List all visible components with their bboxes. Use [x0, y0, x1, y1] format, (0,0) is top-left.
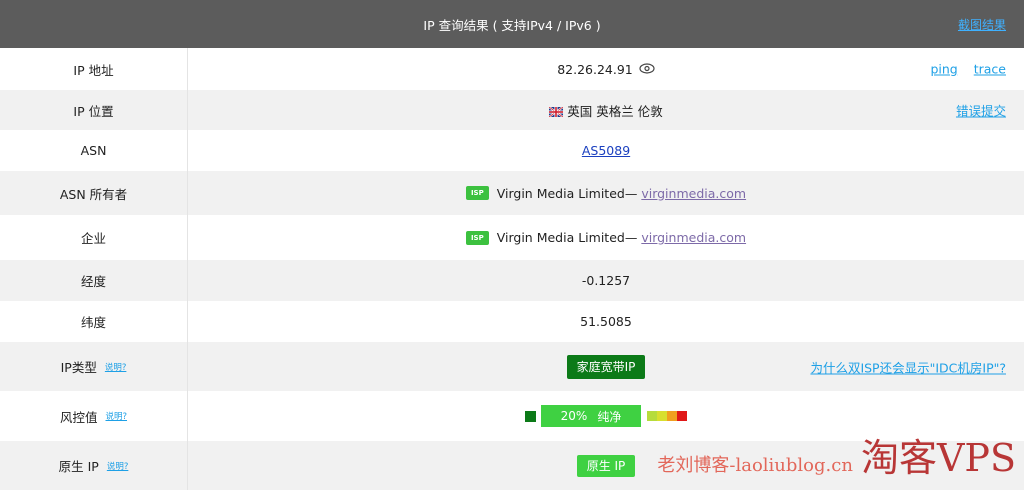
eye-icon[interactable]	[639, 62, 655, 77]
header-title: IP 查询结果 ( 支持IPv4 / IPv6 )	[423, 17, 601, 33]
row-latitude: 纬度 51.5085	[0, 301, 1024, 342]
company-domain-link[interactable]: virginmedia.com	[641, 230, 746, 245]
ping-link[interactable]: ping	[930, 62, 957, 77]
row-label: ASN 所有者	[0, 171, 188, 215]
row-label-wrap: IP类型 说明?	[0, 342, 188, 391]
asn-link[interactable]: AS5089	[582, 143, 630, 158]
latitude-value: 51.5085	[580, 314, 632, 329]
row-label: IP 位置	[0, 90, 188, 130]
risk-scale	[647, 411, 687, 421]
row-ip-address: IP 地址 82.26.24.91 ping trace	[0, 48, 1024, 90]
row-label-wrap: 风控值 说明?	[0, 391, 188, 441]
trace-link[interactable]: trace	[974, 62, 1006, 77]
uk-flag-icon	[548, 105, 564, 118]
row-label: 风控值	[59, 409, 98, 425]
screenshot-link[interactable]: 截图结果	[958, 16, 1006, 33]
row-label: IP类型	[60, 360, 97, 375]
watermark-text-b: 淘客VPS	[860, 436, 1016, 480]
row-label: 经度	[0, 260, 188, 301]
dual-isp-question-link[interactable]: 为什么双ISP还会显示"IDC机房IP"?	[810, 357, 1006, 376]
risk-grade: 纯净	[597, 409, 622, 424]
help-link[interactable]: 说明?	[107, 460, 129, 472]
risk-indicator-square	[525, 410, 536, 422]
row-label: ASN	[0, 130, 188, 171]
longitude-value: -0.1257	[581, 273, 631, 288]
row-ip-location: IP 位置 英国 英格兰 伦敦 错误提交	[0, 90, 1024, 130]
risk-bar: 20% 纯净	[541, 405, 641, 427]
risk-percent: 20%	[560, 409, 588, 423]
row-asn: ASN AS5089	[0, 130, 1024, 171]
owner-name: Virgin Media Limited—	[496, 185, 638, 201]
company-name: Virgin Media Limited—	[496, 230, 638, 245]
isp-badge: ISP	[465, 230, 489, 245]
row-label: 纬度	[0, 301, 188, 342]
owner-domain-link[interactable]: virginmedia.com	[641, 186, 746, 201]
help-link[interactable]: 说明?	[106, 410, 128, 422]
report-error-link[interactable]: 错误提交	[956, 101, 1006, 120]
watermark: 老刘博客-laoliublog.cn 淘客VPS	[657, 427, 1016, 482]
row-label: 企业	[0, 215, 188, 260]
ip-type-badge: 家庭宽带IP	[566, 354, 646, 379]
result-header: IP 查询结果 ( 支持IPv4 / IPv6 ) 截图结果	[0, 0, 1024, 48]
row-label: 原生 IP	[58, 459, 99, 474]
row-company: 企业 ISP Virgin Media Limited— virginmedia…	[0, 215, 1024, 260]
watermark-text-a: 老刘博客-laoliublog.cn	[657, 455, 853, 476]
row-asn-owner: ASN 所有者 ISP Virgin Media Limited— virgin…	[0, 171, 1024, 215]
row-longitude: 经度 -0.1257	[0, 260, 1024, 301]
row-label: IP 地址	[0, 48, 188, 90]
ip-value: 82.26.24.91	[557, 61, 633, 77]
row-ip-type: IP类型 说明? 家庭宽带IP 为什么双ISP还会显示"IDC机房IP"?	[0, 342, 1024, 391]
isp-badge: ISP	[465, 186, 489, 200]
native-ip-badge: 原生 IP	[576, 454, 636, 477]
risk-meter: 20% 纯净	[525, 405, 687, 427]
row-label-wrap: 原生 IP 说明?	[0, 441, 188, 490]
help-link[interactable]: 说明?	[105, 361, 127, 373]
location-value: 英国 英格兰 伦敦	[567, 103, 663, 119]
